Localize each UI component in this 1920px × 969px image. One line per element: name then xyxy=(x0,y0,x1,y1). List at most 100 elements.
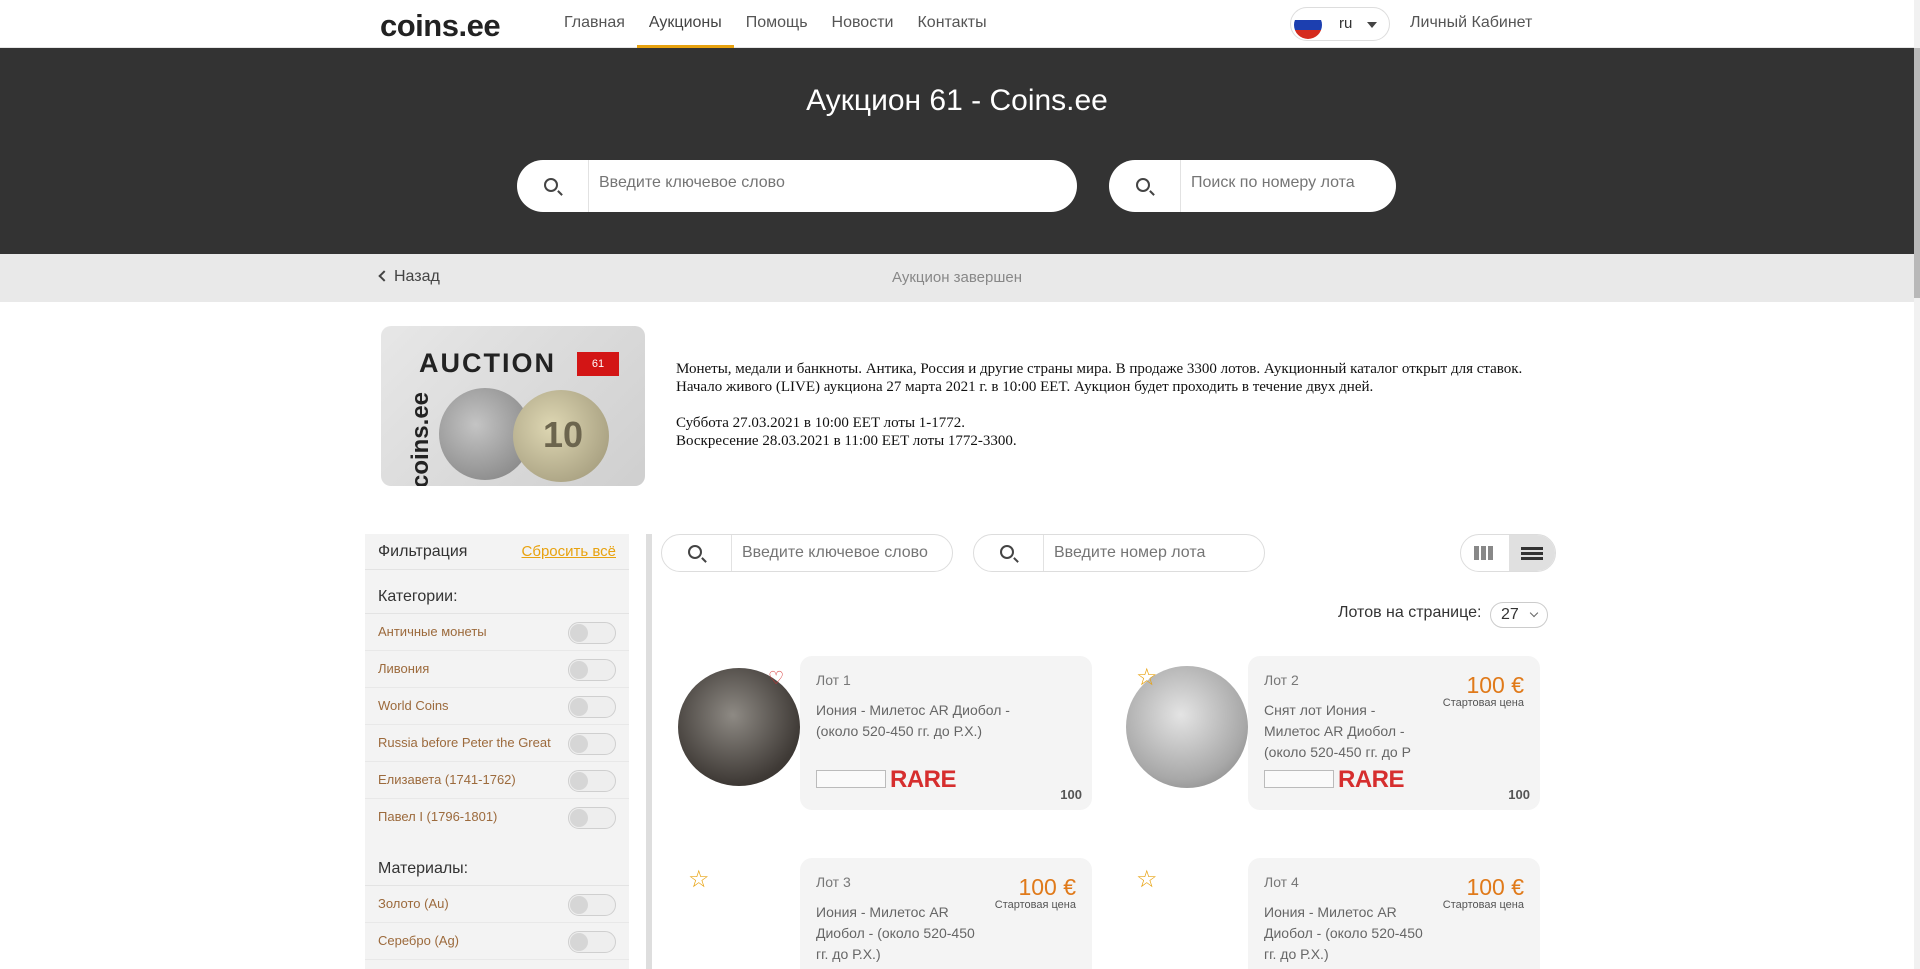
search-icon xyxy=(688,545,702,559)
search-icon xyxy=(1000,545,1014,559)
category-label: World Coins xyxy=(378,698,449,713)
category-toggle[interactable] xyxy=(568,770,616,792)
per-page-label: Лотов на странице: xyxy=(1338,604,1482,621)
favorite-star-icon[interactable]: ☆ xyxy=(1136,666,1158,690)
category-filter-row[interactable]: Античные монеты xyxy=(365,614,629,651)
lot-number: Лот 2 xyxy=(1264,672,1299,688)
category-toggle[interactable] xyxy=(568,733,616,755)
view-mode-toggle xyxy=(1460,534,1556,572)
category-label: Ливония xyxy=(378,661,430,676)
language-code: ru xyxy=(1339,15,1353,32)
caret-down-icon xyxy=(1367,22,1377,28)
lot-info: Лот 3 100 € Стартовая цена Иония - Милет… xyxy=(800,858,1092,969)
favorite-heart-icon[interactable]: ♡ xyxy=(768,669,784,687)
category-toggle[interactable] xyxy=(568,659,616,681)
lot-number-input[interactable] xyxy=(1054,544,1257,562)
grid-view-icon xyxy=(1481,546,1486,560)
lot-price-label: Стартовая цена xyxy=(1442,697,1524,709)
grid-view-icon xyxy=(1488,546,1493,560)
lot-price-label: Стартовая цена xyxy=(1442,899,1524,911)
broken-image-icon xyxy=(1264,770,1334,788)
material-filter-row[interactable]: Серебро (Ag) xyxy=(365,923,629,960)
lot-title[interactable]: Снят лот Иония - Милетос AR Диобол - (ок… xyxy=(1264,700,1434,763)
auction-banner-image: AUCTION 61 10 coins.ee xyxy=(381,326,645,486)
page-scrollbar[interactable] xyxy=(1914,0,1920,969)
banner-side-logo: coins.ee xyxy=(407,391,435,486)
keyword-filter-search[interactable] xyxy=(661,534,953,572)
category-toggle[interactable] xyxy=(568,807,616,829)
hero-lot-input[interactable] xyxy=(1191,174,1407,192)
site-logo[interactable]: coins.ee xyxy=(380,8,501,44)
search-icon xyxy=(544,178,558,192)
lot-number: Лот 4 xyxy=(1264,874,1299,890)
rare-badge: RARE xyxy=(1338,766,1405,793)
category-toggle[interactable] xyxy=(568,622,616,644)
category-filter-row[interactable]: World Coins xyxy=(365,688,629,725)
materials-heading: Материалы: xyxy=(365,836,629,886)
lot-card[interactable]: ☆ Лот 3 100 € Стартовая цена Иония - Мил… xyxy=(676,858,1106,969)
lot-card[interactable]: ☆ Лот 2 100 € Стартовая цена Снят лот Ио… xyxy=(1124,656,1554,812)
lot-info: Лот 2 100 € Стартовая цена Снят лот Иони… xyxy=(1248,656,1540,810)
hero-keyword-input[interactable] xyxy=(599,174,1019,192)
auction-status: Аукцион завершен xyxy=(891,269,1023,286)
per-page-select[interactable]: 27 xyxy=(1490,602,1548,628)
category-filter-row[interactable]: Ливония xyxy=(365,651,629,688)
nav-item-help[interactable]: Помощь xyxy=(734,0,820,48)
sidebar-divider xyxy=(646,534,652,969)
lot-number: Лот 1 xyxy=(816,672,851,688)
list-view-icon xyxy=(1521,557,1543,560)
main-nav: Главная Аукционы Помощь Новости Контакты xyxy=(552,0,999,48)
language-selector[interactable]: ru xyxy=(1290,7,1390,41)
lot-bid-count: 100 xyxy=(1060,787,1082,802)
nav-item-auctions[interactable]: Аукционы xyxy=(636,0,734,48)
filter-sidebar: Фильтрация Сбросить всё Категории: Антич… xyxy=(365,534,629,969)
grid-view-icon xyxy=(1474,546,1479,560)
lot-title[interactable]: Иония - Милетос AR Диобол - (около 520-4… xyxy=(816,700,1056,742)
category-label: Античные монеты xyxy=(378,624,487,639)
search-button[interactable] xyxy=(974,535,1044,571)
list-view-button[interactable] xyxy=(1509,535,1555,571)
search-button[interactable] xyxy=(517,160,589,212)
keyword-filter-input[interactable] xyxy=(742,544,945,562)
nav-item-contacts[interactable]: Контакты xyxy=(905,0,998,48)
hero-lot-search[interactable] xyxy=(1109,160,1407,212)
scrollbar-thumb[interactable] xyxy=(1914,48,1920,298)
nav-item-home[interactable]: Главная xyxy=(552,0,637,48)
lot-info: Лот 4 100 € Стартовая цена Иония - Милет… xyxy=(1248,858,1540,969)
material-toggle[interactable] xyxy=(568,931,616,953)
page-title: Аукцион 61 - Coins.ee xyxy=(806,84,1108,117)
category-filter-row[interactable]: Елизавета (1741-1762) xyxy=(365,762,629,799)
personal-cabinet-link[interactable]: Личный Кабинет xyxy=(1410,14,1532,32)
reset-filters-link[interactable]: Сбросить всё xyxy=(522,543,616,560)
nav-item-news[interactable]: Новости xyxy=(820,0,906,48)
category-toggle[interactable] xyxy=(568,696,616,718)
broken-image-icon xyxy=(816,770,886,788)
category-label: Елизавета (1741-1762) xyxy=(378,772,516,787)
favorite-star-icon[interactable]: ☆ xyxy=(688,868,710,892)
grid-view-button[interactable] xyxy=(1461,535,1508,571)
lot-search-button[interactable] xyxy=(1109,160,1181,212)
category-filter-row[interactable]: Павел I (1796-1801) xyxy=(365,799,629,836)
coin-denomination: 10 xyxy=(543,414,584,455)
lot-card[interactable]: ☆ Лот 4 100 € Стартовая цена Иония - Мил… xyxy=(1124,858,1554,969)
hero-keyword-search[interactable] xyxy=(517,160,1077,212)
category-label: Павел I (1796-1801) xyxy=(378,809,498,824)
list-view-icon xyxy=(1521,547,1543,550)
chevron-down-icon xyxy=(1529,608,1539,618)
lot-title[interactable]: Иония - Милетос AR Диобол - (около 520-4… xyxy=(1264,902,1429,965)
lot-price: 100 € xyxy=(1466,672,1524,698)
lot-card[interactable]: ♡ Лот 1 Иония - Милетос AR Диобол - (око… xyxy=(676,656,1106,812)
favorite-star-icon[interactable]: ☆ xyxy=(1136,868,1158,892)
lot-title[interactable]: Иония - Милетос AR Диобол - (около 520-4… xyxy=(816,902,981,965)
lot-price-label: Стартовая цена xyxy=(994,899,1076,911)
schedule-day-1: Суббота 27.03.2021 в 10:00 EET лоты 1-17… xyxy=(676,415,966,431)
category-filter-row[interactable]: Russia before Peter the Great xyxy=(365,725,629,762)
material-toggle[interactable] xyxy=(568,894,616,916)
search-button[interactable] xyxy=(662,535,732,571)
per-page-value: 27 xyxy=(1501,606,1519,623)
russia-flag-icon xyxy=(1294,11,1322,39)
material-filter-row[interactable]: Золото (Au) xyxy=(365,886,629,923)
categories-heading: Категории: xyxy=(365,570,629,614)
lot-number-search[interactable] xyxy=(973,534,1265,572)
auction-hero: Аукцион 61 - Coins.ee xyxy=(0,48,1914,254)
